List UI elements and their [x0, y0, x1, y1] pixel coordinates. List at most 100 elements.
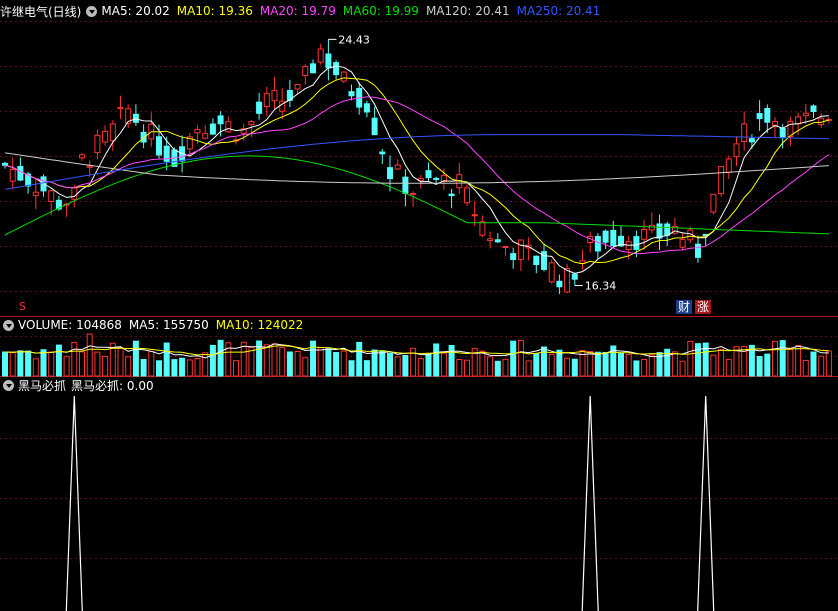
volume-bar — [102, 355, 109, 377]
stock-chart: 24.43 16.34 — [0, 21, 838, 611]
volume-bar — [125, 356, 132, 377]
volume-bar — [541, 346, 547, 377]
candle-body — [748, 138, 755, 143]
candle-body — [710, 193, 717, 213]
volume-bar — [787, 349, 794, 377]
candle-body — [402, 176, 409, 194]
candle-body — [779, 127, 786, 138]
volume-bar — [417, 358, 424, 377]
volume-bar — [209, 344, 216, 377]
volume-bar — [2, 351, 8, 377]
volume-bar — [494, 360, 501, 377]
volume-label: VOLUME: 104868 — [18, 318, 122, 332]
candle-body — [641, 228, 648, 240]
candle-body — [648, 224, 655, 231]
volume-bar — [317, 346, 324, 377]
volume-ma5-label: MA5: 155750 — [128, 318, 209, 332]
tag-cai-badge[interactable]: 财 — [676, 300, 693, 314]
volume-bar — [294, 350, 301, 377]
candle-body — [664, 223, 671, 236]
volume-bar — [587, 351, 594, 377]
marker-s-icon: S — [19, 300, 26, 313]
candle-body — [263, 93, 270, 107]
candle-body — [602, 230, 609, 243]
candle-body — [117, 107, 124, 110]
volume-bar — [310, 340, 316, 377]
volume-bar — [302, 357, 309, 377]
volume-bar — [464, 359, 470, 377]
candle-body — [464, 187, 470, 204]
candle-body — [410, 192, 417, 195]
volume-bar — [217, 339, 224, 377]
candle-body — [741, 123, 748, 143]
volume-bar — [202, 352, 209, 377]
dropdown-circle-icon[interactable] — [3, 379, 14, 391]
tag-zhang-badge[interactable]: 涨 — [695, 300, 712, 314]
candle-body — [256, 101, 263, 114]
candle-body — [756, 112, 763, 120]
volume-bar — [179, 357, 186, 377]
dropdown-circle-icon[interactable] — [3, 319, 14, 331]
volume-bar — [371, 349, 378, 377]
candle-body — [510, 253, 517, 261]
price-legend: 许继电气(日线) MA5: 20.02 MA10: 19.36 MA20: 19… — [0, 3, 607, 19]
volume-bar — [594, 351, 601, 377]
low-price-label: 16.34 — [585, 280, 617, 293]
volume-bar — [94, 351, 101, 377]
volume-bar — [448, 344, 455, 377]
volume-bar — [825, 350, 832, 377]
volume-bar — [271, 343, 278, 377]
candle-body — [294, 84, 301, 90]
candle-body — [772, 120, 778, 126]
volume-bar — [795, 345, 802, 377]
volume-bar — [156, 360, 162, 377]
dropdown-circle-icon[interactable] — [86, 5, 98, 17]
volume-bar — [425, 353, 432, 377]
candle-body — [718, 166, 725, 195]
volume-bar — [517, 339, 524, 377]
indicator-spike — [65, 395, 83, 611]
volume-bar — [286, 351, 293, 377]
volume-bar — [17, 350, 24, 377]
volume-bar — [571, 358, 578, 377]
candle-body — [725, 158, 732, 173]
volume-bar — [55, 344, 62, 377]
candle-body — [548, 262, 555, 283]
candle-body — [2, 162, 8, 166]
candle-body — [448, 193, 455, 197]
volume-bar — [25, 350, 32, 377]
candle-body — [802, 112, 809, 117]
volume-bar — [140, 358, 147, 377]
volume-bar — [818, 355, 825, 377]
volume-bar — [556, 349, 563, 377]
volume-bar — [402, 355, 409, 377]
volume-bar — [248, 346, 255, 377]
candle-body — [271, 90, 278, 102]
candle-body — [594, 235, 601, 252]
volume-bar — [725, 358, 732, 377]
volume-bar — [325, 348, 332, 377]
ma250-line — [4, 134, 829, 190]
ma10-label: MA10: 19.36 — [176, 4, 253, 18]
volume-bar — [487, 356, 494, 377]
volume-bar — [718, 348, 725, 377]
candle-body — [564, 268, 571, 293]
volume-bar — [163, 342, 170, 377]
volume-bar — [194, 357, 201, 377]
indicator-spike — [581, 395, 599, 611]
volume-bar — [117, 347, 124, 377]
volume-bar — [802, 359, 809, 377]
ma250-label: MA250: 20.41 — [516, 4, 601, 18]
high-price-label: 24.43 — [338, 33, 370, 46]
volume-bar — [756, 355, 763, 377]
ma60-line — [4, 155, 829, 236]
candle-body — [679, 238, 686, 248]
volume-bar — [48, 351, 55, 377]
volume-bar — [387, 352, 393, 377]
candle-body — [86, 165, 93, 168]
candle-body — [340, 71, 347, 82]
volume-bar — [132, 340, 139, 377]
indicator-name: 黑马必抓 — [18, 378, 67, 393]
candle-body — [533, 255, 540, 266]
volume-bar — [148, 350, 155, 377]
